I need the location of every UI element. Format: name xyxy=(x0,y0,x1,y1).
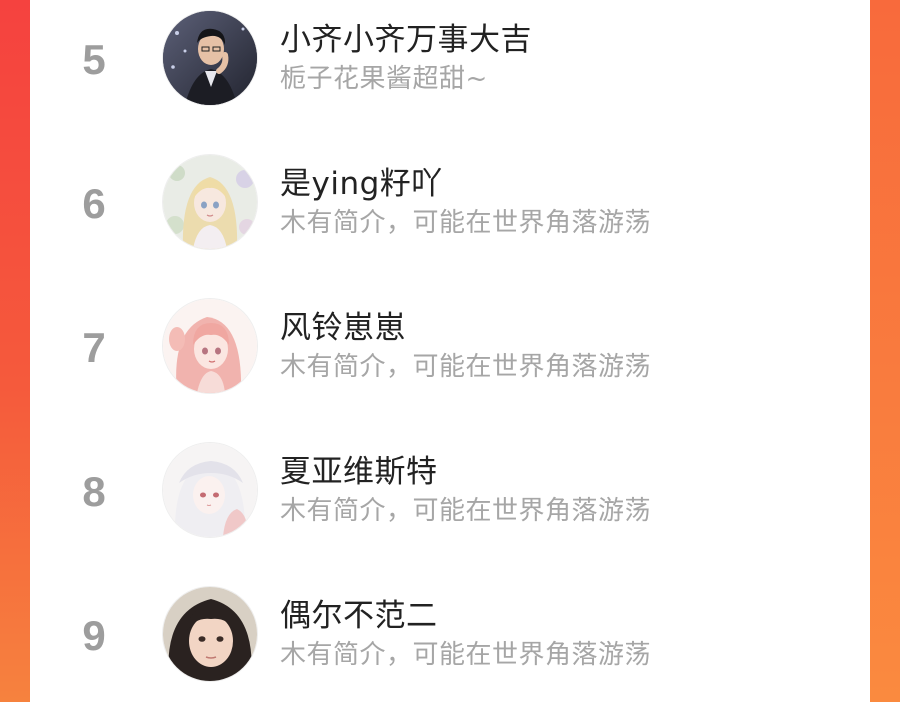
user-avatar[interactable] xyxy=(162,442,258,538)
rank-number: 6 xyxy=(82,180,106,227)
rank-number: 9 xyxy=(82,612,106,659)
rank-number: 8 xyxy=(82,468,106,515)
avatar-anime-pink-girl-image xyxy=(163,299,257,393)
user-name[interactable]: 夏亚维斯特 xyxy=(280,446,438,491)
ranking-card: 5 小齐小齐万事大吉 栀子花果酱超甜~ 6 是ying籽吖 木有简介，可能在世界… xyxy=(30,0,870,702)
avatar-man-suit-image xyxy=(163,11,257,105)
ranking-list-item[interactable]: 9 偶尔不范二 木有简介，可能在世界角落游荡 xyxy=(30,576,870,702)
rank-number: 7 xyxy=(82,324,106,371)
user-avatar[interactable] xyxy=(162,298,258,394)
user-bio: 木有简介，可能在世界角落游荡 xyxy=(280,640,652,670)
ranking-list-item[interactable]: 7 风铃崽崽 木有简介，可能在世界角落游荡 xyxy=(30,288,870,432)
rank-number: 5 xyxy=(82,36,106,83)
user-name[interactable]: 小齐小齐万事大吉 xyxy=(280,14,532,59)
page-background-right xyxy=(870,0,900,702)
avatar-anime-white-hair-image xyxy=(163,443,257,537)
user-bio: 栀子花果酱超甜~ xyxy=(280,64,488,94)
avatar-girl-photo-image xyxy=(163,587,257,681)
ranking-list-item[interactable]: 5 小齐小齐万事大吉 栀子花果酱超甜~ xyxy=(30,0,870,144)
user-bio: 木有简介，可能在世界角落游荡 xyxy=(280,208,652,238)
ranking-list-item[interactable]: 6 是ying籽吖 木有简介，可能在世界角落游荡 xyxy=(30,144,870,288)
user-name[interactable]: 偶尔不范二 xyxy=(280,590,438,635)
user-bio: 木有简介，可能在世界角落游荡 xyxy=(280,496,652,526)
user-name[interactable]: 风铃崽崽 xyxy=(280,302,406,347)
user-name[interactable]: 是ying籽吖 xyxy=(280,158,443,203)
user-avatar[interactable] xyxy=(162,10,258,106)
user-avatar[interactable] xyxy=(162,586,258,682)
avatar-anime-blonde-girl-image xyxy=(163,155,257,249)
page-background-left xyxy=(0,0,30,702)
ranking-list-item[interactable]: 8 夏亚维斯特 木有简介，可能在世界角落游荡 xyxy=(30,432,870,576)
user-avatar[interactable] xyxy=(162,154,258,250)
user-bio: 木有简介，可能在世界角落游荡 xyxy=(280,352,652,382)
